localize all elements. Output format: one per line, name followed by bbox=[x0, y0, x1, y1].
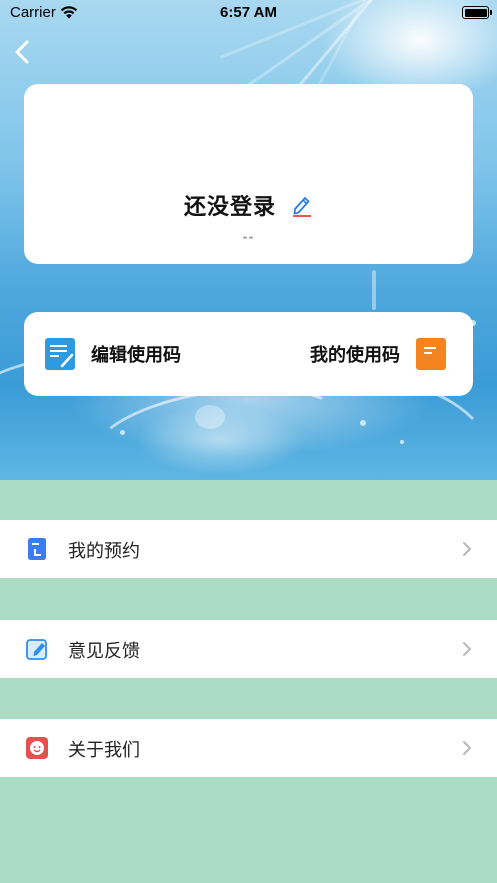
login-row: 还没登录 bbox=[0, 189, 497, 225]
menu-item-label: 意见反馈 bbox=[68, 641, 140, 662]
pencil-edit-icon[interactable] bbox=[291, 193, 313, 217]
chevron-left-icon bbox=[15, 40, 29, 64]
login-subtitle: -- bbox=[242, 230, 255, 244]
notebook-icon bbox=[416, 338, 446, 370]
chevron-right-icon bbox=[463, 741, 471, 755]
edit-code-label: 编辑使用码 bbox=[91, 345, 181, 366]
chevron-right-icon bbox=[463, 542, 471, 556]
status-bar: Carrier 6:57 AM bbox=[0, 0, 497, 26]
menu-item-about-us[interactable]: 关于我们 bbox=[0, 719, 497, 777]
feedback-edit-icon bbox=[26, 639, 47, 660]
edit-code-button[interactable]: 编辑使用码 bbox=[45, 338, 181, 370]
menu-item-label: 关于我们 bbox=[68, 740, 140, 761]
smile-face-icon bbox=[26, 737, 48, 759]
my-code-button[interactable]: 我的使用码 bbox=[310, 338, 446, 370]
back-button[interactable] bbox=[10, 36, 36, 68]
clock: 6:57 AM bbox=[220, 4, 277, 21]
menu-item-label: 我的预约 bbox=[68, 541, 140, 562]
chevron-right-icon bbox=[463, 642, 471, 656]
my-code-label: 我的使用码 bbox=[310, 345, 400, 366]
menu-item-my-booking[interactable]: 我的预约 bbox=[0, 520, 497, 578]
menu-item-feedback[interactable]: 意见反馈 bbox=[0, 620, 497, 678]
edit-document-icon bbox=[45, 338, 75, 370]
login-status-title[interactable]: 还没登录 bbox=[184, 189, 276, 221]
battery-icon bbox=[462, 6, 492, 19]
booking-icon bbox=[28, 538, 46, 560]
